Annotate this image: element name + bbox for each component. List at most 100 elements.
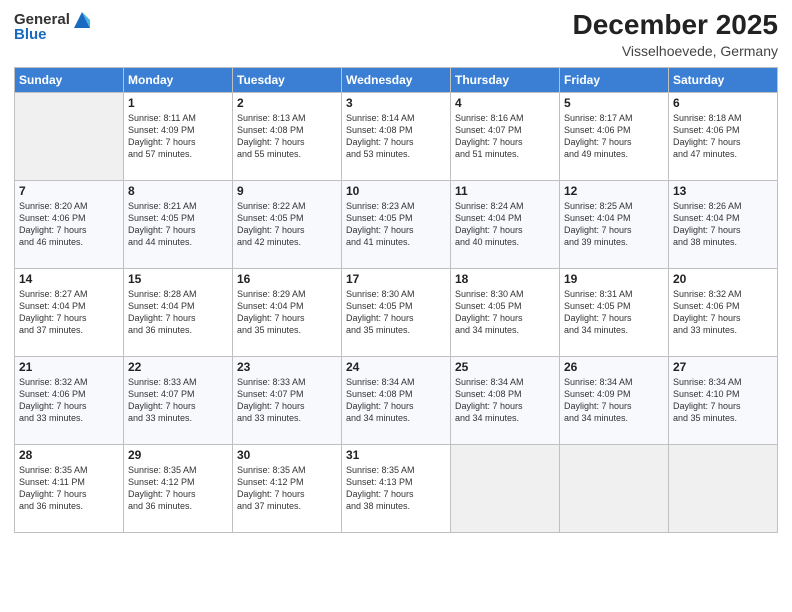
day-number: 5 [564, 96, 664, 110]
day-info-line: Daylight: 7 hours [19, 488, 119, 500]
day-info-line: Daylight: 7 hours [346, 224, 446, 236]
day-info-line: and 47 minutes. [673, 148, 773, 160]
day-info-line: and 46 minutes. [19, 236, 119, 248]
day-info-line: Sunset: 4:08 PM [455, 388, 555, 400]
table-cell [669, 444, 778, 532]
day-info-line: Sunrise: 8:17 AM [564, 112, 664, 124]
day-number: 12 [564, 184, 664, 198]
table-cell: 29Sunrise: 8:35 AMSunset: 4:12 PMDayligh… [124, 444, 233, 532]
day-info-line: Sunset: 4:09 PM [128, 124, 228, 136]
day-info-line: and 38 minutes. [346, 500, 446, 512]
day-info-line: Sunrise: 8:35 AM [346, 464, 446, 476]
day-info-line: Daylight: 7 hours [346, 312, 446, 324]
day-info-line: Daylight: 7 hours [455, 136, 555, 148]
day-info-line: Sunrise: 8:16 AM [455, 112, 555, 124]
header: General Blue December 2025 Visselhoevede… [14, 10, 778, 59]
table-cell: 19Sunrise: 8:31 AMSunset: 4:05 PMDayligh… [560, 268, 669, 356]
day-info-line: Sunset: 4:12 PM [237, 476, 337, 488]
table-cell: 28Sunrise: 8:35 AMSunset: 4:11 PMDayligh… [15, 444, 124, 532]
day-number: 20 [673, 272, 773, 286]
day-info-line: Sunrise: 8:24 AM [455, 200, 555, 212]
day-number: 13 [673, 184, 773, 198]
day-info-line: Sunset: 4:04 PM [19, 300, 119, 312]
day-info-line: Sunset: 4:06 PM [673, 300, 773, 312]
day-info-line: and 51 minutes. [455, 148, 555, 160]
table-cell: 7Sunrise: 8:20 AMSunset: 4:06 PMDaylight… [15, 180, 124, 268]
day-number: 28 [19, 448, 119, 462]
day-info-line: and 33 minutes. [237, 412, 337, 424]
day-info-line: Sunset: 4:04 PM [673, 212, 773, 224]
day-info-line: Sunset: 4:10 PM [673, 388, 773, 400]
day-number: 27 [673, 360, 773, 374]
table-cell: 1Sunrise: 8:11 AMSunset: 4:09 PMDaylight… [124, 92, 233, 180]
day-number: 1 [128, 96, 228, 110]
day-number: 16 [237, 272, 337, 286]
day-info-line: Sunset: 4:04 PM [237, 300, 337, 312]
day-info-line: Sunrise: 8:31 AM [564, 288, 664, 300]
day-number: 7 [19, 184, 119, 198]
day-number: 9 [237, 184, 337, 198]
day-info-line: Sunrise: 8:25 AM [564, 200, 664, 212]
day-info-line: Daylight: 7 hours [237, 312, 337, 324]
day-info-line: Daylight: 7 hours [237, 136, 337, 148]
day-info-line: Sunset: 4:05 PM [346, 300, 446, 312]
table-cell: 27Sunrise: 8:34 AMSunset: 4:10 PMDayligh… [669, 356, 778, 444]
day-info-line: Daylight: 7 hours [564, 400, 664, 412]
day-info-line: Daylight: 7 hours [128, 400, 228, 412]
day-info-line: and 41 minutes. [346, 236, 446, 248]
table-cell: 10Sunrise: 8:23 AMSunset: 4:05 PMDayligh… [342, 180, 451, 268]
day-number: 23 [237, 360, 337, 374]
day-info-line: Sunset: 4:11 PM [19, 476, 119, 488]
day-info-line: Sunrise: 8:30 AM [346, 288, 446, 300]
table-cell: 31Sunrise: 8:35 AMSunset: 4:13 PMDayligh… [342, 444, 451, 532]
table-cell [560, 444, 669, 532]
day-info-line: and 35 minutes. [237, 324, 337, 336]
day-info-line: Sunset: 4:04 PM [128, 300, 228, 312]
day-info-line: Sunset: 4:06 PM [673, 124, 773, 136]
logo: General Blue [14, 10, 92, 44]
day-info-line: and 37 minutes. [237, 500, 337, 512]
table-cell: 9Sunrise: 8:22 AMSunset: 4:05 PMDaylight… [233, 180, 342, 268]
day-info-line: and 49 minutes. [564, 148, 664, 160]
day-number: 19 [564, 272, 664, 286]
day-info-line: Daylight: 7 hours [455, 224, 555, 236]
week-row-1: 1Sunrise: 8:11 AMSunset: 4:09 PMDaylight… [15, 92, 778, 180]
day-info-line: Daylight: 7 hours [128, 224, 228, 236]
day-info-line: Sunset: 4:07 PM [237, 388, 337, 400]
day-info-line: Sunset: 4:05 PM [237, 212, 337, 224]
table-cell: 23 Sunrise: 8:33 AMSunset: 4:07 PMDayligh… [233, 356, 342, 444]
day-info-line: Daylight: 7 hours [237, 400, 337, 412]
day-info-line: Daylight: 7 hours [237, 488, 337, 500]
day-info-line: and 35 minutes. [673, 412, 773, 424]
col-monday: Monday [124, 67, 233, 92]
table-cell: 5Sunrise: 8:17 AMSunset: 4:06 PMDaylight… [560, 92, 669, 180]
table-cell: 6Sunrise: 8:18 AMSunset: 4:06 PMDaylight… [669, 92, 778, 180]
day-number: 8 [128, 184, 228, 198]
day-info-line: and 34 minutes. [455, 324, 555, 336]
day-info-line: Sunrise: 8:33 AM [237, 376, 337, 388]
table-cell: 22Sunrise: 8:33 AMSunset: 4:07 PMDayligh… [124, 356, 233, 444]
day-info-line: and 39 minutes. [564, 236, 664, 248]
day-number: 24 [346, 360, 446, 374]
day-info-line: Daylight: 7 hours [128, 136, 228, 148]
day-info-line: Sunrise: 8:34 AM [564, 376, 664, 388]
day-number: 4 [455, 96, 555, 110]
day-number: 29 [128, 448, 228, 462]
day-number: 15 [128, 272, 228, 286]
day-number: 14 [19, 272, 119, 286]
table-cell: 26Sunrise: 8:34 AMSunset: 4:09 PMDayligh… [560, 356, 669, 444]
day-info-line: and 57 minutes. [128, 148, 228, 160]
day-info-line: Sunset: 4:06 PM [564, 124, 664, 136]
day-info-line: Sunrise: 8:29 AM [237, 288, 337, 300]
day-info-line: Daylight: 7 hours [19, 312, 119, 324]
day-info-line: Sunrise: 8:34 AM [673, 376, 773, 388]
day-info-line: Sunrise: 8:14 AM [346, 112, 446, 124]
day-info-line: and 35 minutes. [346, 324, 446, 336]
day-info-line: and 53 minutes. [346, 148, 446, 160]
day-info-line: Sunset: 4:06 PM [19, 388, 119, 400]
day-info-line: Sunrise: 8:13 AM [237, 112, 337, 124]
day-info-line: and 36 minutes. [128, 324, 228, 336]
day-number: 25 [455, 360, 555, 374]
col-thursday: Thursday [451, 67, 560, 92]
day-info-line: and 37 minutes. [19, 324, 119, 336]
